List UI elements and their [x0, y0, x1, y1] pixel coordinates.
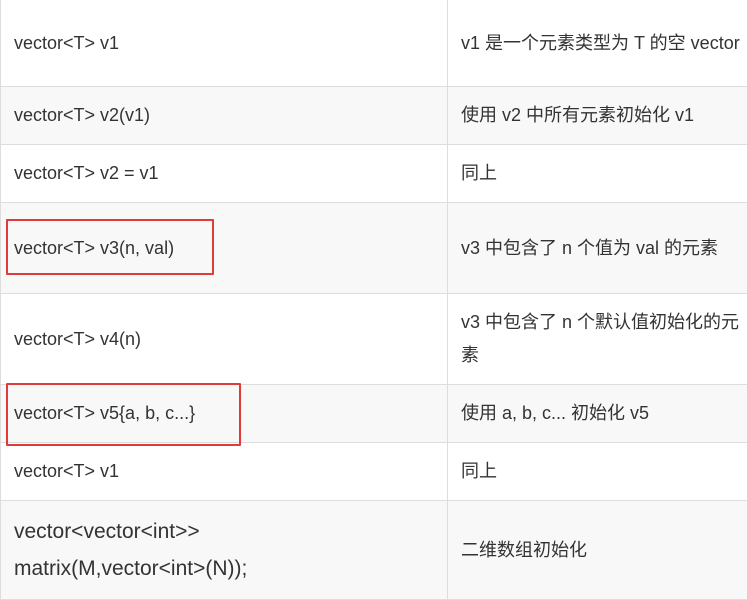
- code-text: vector<T> v3(n, val): [14, 237, 175, 258]
- code-cell: vector<T> v4(n): [1, 294, 448, 384]
- code-cell: vector<T> v1: [1, 443, 448, 500]
- desc-cell: 使用 v2 中所有元素初始化 v1: [448, 87, 747, 144]
- table-row: vector<T> v4(n) v3 中包含了 n 个默认值初始化的元素: [1, 294, 747, 385]
- code-text: vector<T> v1: [14, 32, 120, 53]
- table-row: vector<T> v2(v1) 使用 v2 中所有元素初始化 v1: [1, 87, 747, 145]
- code-cell: vector<T> v1: [1, 0, 448, 86]
- desc-text: 使用 a, b, c... 初始化 v5: [461, 403, 650, 423]
- desc-cell: 同上: [448, 443, 747, 500]
- vector-init-table: vector<T> v1 v1 是一个元素类型为 T 的空 vector vec…: [0, 0, 747, 600]
- desc-cell: 同上: [448, 145, 747, 202]
- code-text: vector<T> v1: [14, 461, 120, 481]
- code-cell: vector<T> v2(v1): [1, 87, 448, 144]
- desc-cell: 使用 a, b, c... 初始化 v5: [448, 385, 747, 442]
- table-row: vector<T> v2 = v1 同上: [1, 145, 747, 203]
- desc-text: v3 中包含了 n 个值为 val 的元素: [461, 237, 719, 258]
- desc-text: v1 是一个元素类型为 T 的空 vector: [461, 32, 740, 53]
- desc-text: v3 中包含了 n 个默认值初始化的元素: [461, 312, 740, 365]
- desc-text: 同上: [461, 163, 497, 183]
- code-cell: vector<T> v3(n, val): [1, 203, 448, 293]
- desc-cell: v3 中包含了 n 个值为 val 的元素: [448, 203, 747, 293]
- desc-cell: v1 是一个元素类型为 T 的空 vector: [448, 0, 747, 86]
- desc-cell: v3 中包含了 n 个默认值初始化的元素: [448, 294, 747, 384]
- desc-text: 同上: [461, 461, 497, 481]
- table-row: vector<T> v1 v1 是一个元素类型为 T 的空 vector: [1, 0, 747, 87]
- desc-text: 使用 v2 中所有元素初始化 v1: [461, 105, 695, 125]
- code-cell: vector<vector<int>> matrix(M,vector<int>…: [1, 501, 448, 599]
- desc-cell: 二维数组初始化: [448, 501, 747, 599]
- code-text: vector<T> v2(v1): [14, 105, 151, 125]
- table-row: vector<T> v3(n, val) v3 中包含了 n 个值为 val 的…: [1, 203, 747, 294]
- code-text: vector<T> v4(n): [14, 328, 142, 349]
- table-row: vector<T> v5{a, b, c...} 使用 a, b, c... 初…: [1, 385, 747, 443]
- desc-text: 二维数组初始化: [461, 539, 587, 560]
- code-text: vector<vector<int>> matrix(M,vector<int>…: [14, 520, 248, 580]
- table-row: vector<vector<int>> matrix(M,vector<int>…: [1, 501, 747, 600]
- table-row: vector<T> v1 同上: [1, 443, 747, 501]
- code-cell: vector<T> v5{a, b, c...}: [1, 385, 448, 442]
- code-text: vector<T> v2 = v1: [14, 163, 159, 183]
- code-text: vector<T> v5{a, b, c...}: [14, 403, 196, 423]
- code-cell: vector<T> v2 = v1: [1, 145, 448, 202]
